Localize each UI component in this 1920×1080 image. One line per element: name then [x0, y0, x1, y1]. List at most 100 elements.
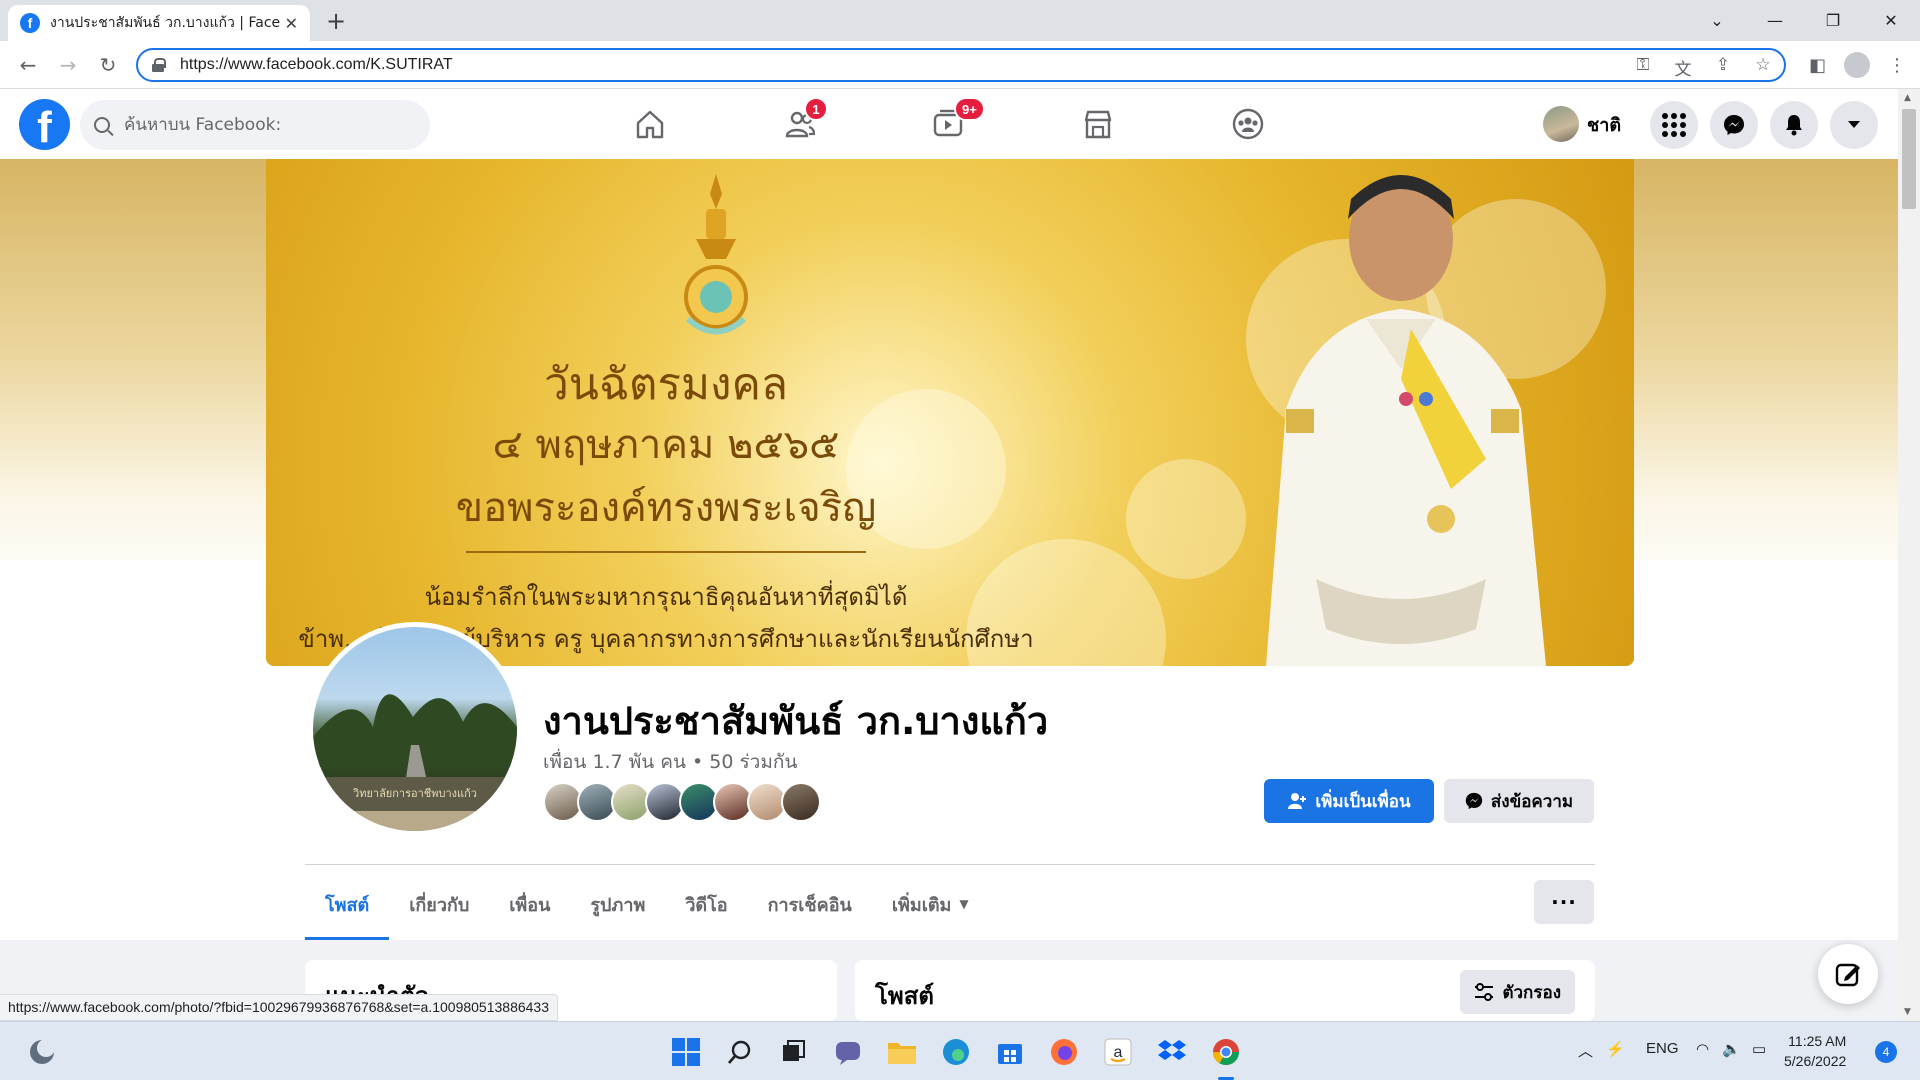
bookmark-star-icon[interactable]: ☆ [1752, 55, 1774, 80]
system-clock[interactable]: 11:25 AM 5/26/2022 [1784, 1031, 1846, 1071]
profile-picture[interactable]: วิทยาลัยการอาชีพบางแก้ว [308, 622, 522, 836]
filter-button[interactable]: ตัวกรอง [1460, 970, 1575, 1014]
close-tab-icon[interactable]: ✕ [285, 14, 298, 33]
forward-arrow-icon[interactable]: → [56, 53, 80, 77]
cover-text-title: วันฉัตรมงคล [544, 359, 788, 410]
key-icon[interactable]: ⚿ [1632, 55, 1654, 80]
tab-friends[interactable]: เพื่อน [489, 868, 570, 940]
weather-widget-icon[interactable] [24, 1034, 60, 1070]
cover-text-date: ๔ พฤษภาคม ๒๕๖๕ [492, 422, 840, 468]
close-window-button[interactable]: ✕ [1862, 0, 1920, 41]
tab-photos[interactable]: รูปภาพ [570, 868, 665, 940]
tab-posts[interactable]: โพสต์ [305, 868, 390, 940]
menu-grid-icon [1662, 113, 1686, 137]
tab-about[interactable]: เกี่ยวกับ [389, 868, 489, 940]
windows-taskbar: a ︿ ⚡ ENG ◠ 🔈 ▭ 11:25 AM 5/26/2022 4 [0, 1021, 1920, 1080]
posts-title: โพสต์ [875, 982, 934, 1010]
add-friend-icon [1288, 793, 1307, 809]
avatar[interactable] [781, 782, 821, 822]
teams-chat-icon[interactable] [830, 1034, 866, 1070]
lock-icon[interactable] [152, 58, 166, 72]
chrome-profile-icon[interactable] [1844, 52, 1870, 78]
browser-tab[interactable]: f งานประชาสัมพันธ์ วก.บางแก้ว | Faceb ✕ [8, 5, 310, 41]
palm-road-photo-icon: วิทยาลัยการอาชีพบางแก้ว [313, 694, 517, 831]
browser-toolbar: ← → ↻ https://www.facebook.com/K.SUTIRAT… [0, 41, 1920, 89]
link-status-bar: https://www.facebook.com/photo/?fbid=100… [0, 994, 558, 1021]
facebook-header: f 1 9+ ชาติ [0, 89, 1898, 159]
translate-icon[interactable]: 文 [1672, 55, 1694, 80]
notification-badge[interactable]: 4 [1875, 1041, 1897, 1063]
edge-browser-icon[interactable] [938, 1034, 974, 1070]
facebook-search-input[interactable] [124, 115, 404, 135]
firefox-icon[interactable] [1046, 1034, 1082, 1070]
scrollbar-thumb[interactable] [1902, 109, 1916, 209]
chrome-menu-icon[interactable]: ⋮ [1888, 55, 1906, 76]
reload-icon[interactable]: ↻ [96, 53, 120, 77]
nav-watch[interactable]: 9+ [918, 89, 985, 159]
home-icon [636, 110, 664, 139]
cover-photo[interactable]: วันฉัตรมงคล ๔ พฤษภาคม ๒๕๖๕ ขอพระองค์ทรงพ… [266, 159, 1634, 666]
share-icon[interactable]: ⇪ [1712, 55, 1734, 80]
chrome-icon[interactable] [1208, 1034, 1244, 1070]
caret-down-icon: ▼ [959, 897, 969, 911]
search-icon[interactable] [722, 1034, 758, 1070]
minimize-button[interactable]: — [1746, 0, 1804, 41]
page-scrollbar[interactable]: ▲ ▼ [1898, 89, 1920, 1021]
account-button[interactable] [1830, 101, 1878, 149]
microsoft-store-icon[interactable] [992, 1034, 1028, 1070]
caret-down-icon [1848, 121, 1860, 128]
tab-more[interactable]: เพิ่มเติม ▼ [872, 868, 989, 940]
nav-groups[interactable] [1218, 89, 1278, 159]
new-tab-button[interactable]: + [326, 9, 346, 33]
mutual-friends-avatars [543, 782, 821, 822]
amazon-icon[interactable]: a [1100, 1034, 1136, 1070]
tab-search-icon[interactable]: ⌄ [1688, 0, 1746, 41]
new-message-button[interactable] [1818, 944, 1878, 1004]
clock-time: 11:25 AM [1788, 1033, 1847, 1049]
more-options-button[interactable]: ··· [1534, 880, 1594, 924]
nav-home[interactable] [620, 89, 680, 159]
dropbox-icon[interactable] [1154, 1034, 1190, 1070]
tab-checkins[interactable]: การเช็คอิน [748, 868, 872, 940]
profile-shortcut[interactable]: ชาติ [1543, 104, 1621, 144]
battery-icon[interactable]: ▭ [1752, 1040, 1766, 1058]
menu-button[interactable] [1650, 101, 1698, 149]
filter-sliders-icon [1475, 983, 1494, 1001]
add-friend-button[interactable]: เพิ่มเป็นเพื่อน [1264, 779, 1434, 823]
nav-marketplace[interactable] [1068, 89, 1128, 159]
scroll-down-icon[interactable]: ▼ [1904, 1007, 1911, 1017]
notifications-button[interactable] [1770, 101, 1818, 149]
scroll-up-icon[interactable]: ▲ [1904, 93, 1911, 103]
send-message-button[interactable]: ส่งข้อความ [1444, 779, 1594, 823]
tab-videos[interactable]: วิดีโอ [665, 868, 747, 940]
address-bar[interactable]: https://www.facebook.com/K.SUTIRAT ⚿ 文 ⇪… [136, 48, 1786, 82]
svg-text:a: a [1114, 1044, 1123, 1061]
clock-date: 5/26/2022 [1784, 1053, 1847, 1069]
search-icon [94, 117, 110, 133]
volume-icon[interactable]: 🔈 [1722, 1040, 1741, 1058]
file-explorer-icon[interactable] [884, 1034, 920, 1070]
back-arrow-icon[interactable]: ← [16, 53, 40, 77]
language-indicator[interactable]: ENG [1646, 1040, 1679, 1057]
messenger-icon [1465, 792, 1483, 810]
side-panel-icon[interactable]: ◧ [1809, 55, 1826, 76]
power-icon[interactable]: ⚡ [1606, 1040, 1625, 1058]
friends-count[interactable]: เพื่อน 1.7 พัน คน • 50 ร่วมกัน [543, 747, 797, 777]
facebook-logo-icon[interactable]: f [19, 99, 70, 150]
watch-badge: 9+ [954, 97, 985, 121]
page-title: งานประชาสัมพันธ์ วก.บางแก้ว [543, 699, 1049, 743]
messenger-icon [1724, 115, 1744, 135]
facebook-search-box[interactable] [80, 100, 430, 150]
messenger-button[interactable] [1710, 101, 1758, 149]
facebook-favicon-icon: f [20, 13, 40, 33]
chevron-up-icon[interactable]: ︿ [1578, 1040, 1593, 1061]
task-view-icon[interactable] [776, 1034, 812, 1070]
address-url[interactable]: https://www.facebook.com/K.SUTIRAT [180, 56, 453, 74]
nav-friends[interactable]: 1 [770, 89, 830, 159]
section-divider [305, 864, 1595, 865]
posts-card: โพสต์ ตัวกรอง [855, 960, 1595, 1021]
start-windows-icon[interactable] [668, 1034, 704, 1070]
restore-button[interactable]: ❐ [1804, 0, 1862, 41]
wifi-icon[interactable]: ◠ [1696, 1040, 1709, 1058]
bell-icon [1786, 115, 1802, 136]
